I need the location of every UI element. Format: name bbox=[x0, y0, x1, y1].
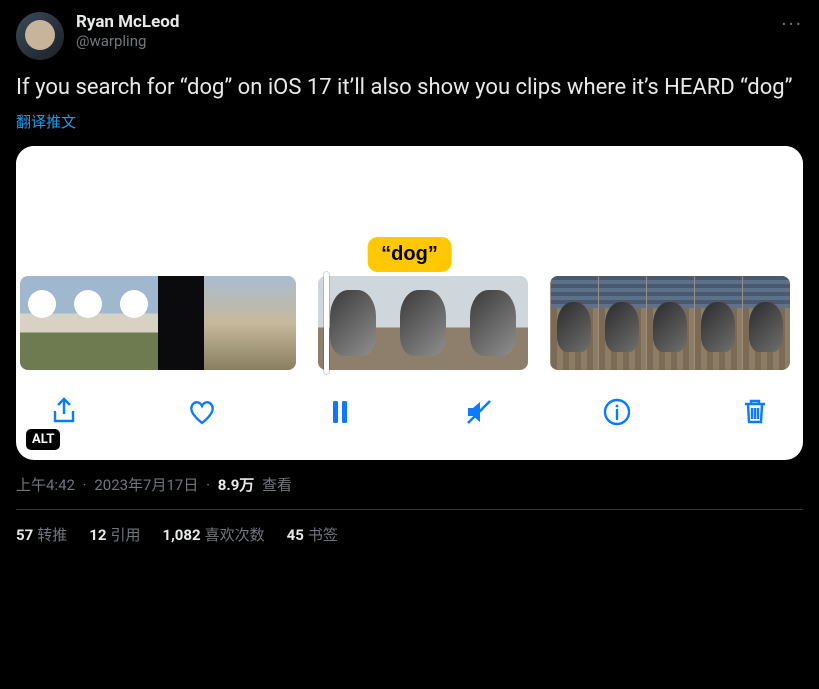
likes-stat[interactable]: 1,082喜欢次数 bbox=[162, 524, 264, 545]
mute-icon[interactable] bbox=[461, 394, 497, 430]
clip-frame bbox=[158, 276, 204, 370]
clip-frame bbox=[742, 276, 790, 370]
avatar[interactable] bbox=[16, 12, 64, 60]
clip-frame bbox=[598, 276, 646, 370]
tweet-header: Ryan McLeod @warpling ··· bbox=[16, 12, 803, 60]
pause-icon[interactable] bbox=[322, 394, 358, 430]
heart-icon[interactable] bbox=[184, 394, 220, 430]
post-date[interactable]: 2023年7月17日 bbox=[94, 476, 198, 494]
clip-group-wrap bbox=[318, 276, 528, 370]
translate-link[interactable]: 翻译推文 bbox=[16, 111, 76, 132]
clip-frame bbox=[20, 276, 66, 370]
clip-group[interactable] bbox=[20, 276, 296, 370]
views-label: 查看 bbox=[262, 476, 292, 494]
display-name: Ryan McLeod bbox=[76, 12, 179, 32]
clip-frame bbox=[204, 276, 250, 370]
post-time[interactable]: 上午4:42 bbox=[16, 476, 75, 494]
media-preview-area: “dog” bbox=[16, 146, 803, 276]
alt-badge[interactable]: ALT bbox=[26, 429, 60, 450]
author-block[interactable]: Ryan McLeod @warpling bbox=[76, 12, 179, 50]
quotes-stat[interactable]: 12引用 bbox=[89, 524, 140, 545]
clip-group[interactable] bbox=[550, 276, 790, 370]
media-card[interactable]: “dog” bbox=[16, 146, 803, 460]
clip-frame bbox=[250, 276, 296, 370]
clip-frame bbox=[646, 276, 694, 370]
search-highlight-tag: “dog” bbox=[367, 237, 452, 272]
bookmarks-stat[interactable]: 45书签 bbox=[287, 524, 338, 545]
clip-frame bbox=[694, 276, 742, 370]
views-count: 8.9万 bbox=[218, 476, 255, 494]
playhead[interactable] bbox=[324, 272, 329, 374]
clip-frame bbox=[458, 276, 528, 370]
media-controls bbox=[16, 370, 803, 460]
tweet-stats: 57转推 12引用 1,082喜欢次数 45书签 bbox=[16, 510, 803, 559]
trash-icon[interactable] bbox=[737, 394, 773, 430]
video-timeline[interactable] bbox=[16, 276, 803, 370]
share-icon[interactable] bbox=[46, 394, 82, 430]
handle: @warpling bbox=[76, 32, 179, 50]
tweet-meta: 上午4:42 · 2023年7月17日 · 8.9万 查看 bbox=[16, 474, 803, 510]
tweet-container: Ryan McLeod @warpling ··· If you search … bbox=[0, 0, 819, 559]
clip-frame bbox=[388, 276, 458, 370]
clip-frame bbox=[66, 276, 112, 370]
clip-group[interactable] bbox=[318, 276, 528, 370]
tweet-text: If you search for “dog” on iOS 17 it’ll … bbox=[16, 74, 803, 103]
more-button[interactable]: ··· bbox=[781, 12, 803, 36]
info-icon[interactable] bbox=[599, 394, 635, 430]
clip-frame bbox=[112, 276, 158, 370]
highlight-word: “dog” bbox=[381, 243, 438, 265]
clip-frame bbox=[550, 276, 598, 370]
retweets-stat[interactable]: 57转推 bbox=[16, 524, 67, 545]
